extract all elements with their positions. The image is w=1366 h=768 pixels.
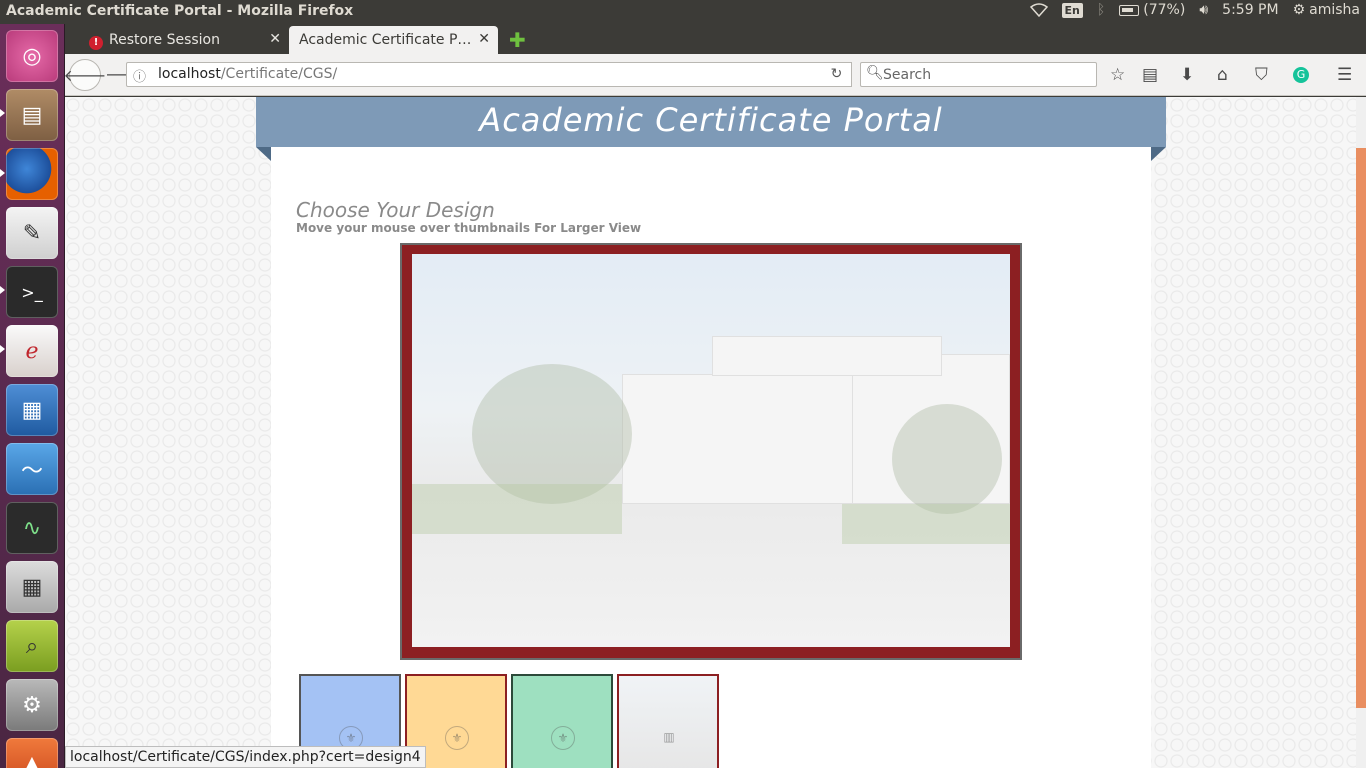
search-bar[interactable]: 🔍︎ xyxy=(860,62,1097,87)
top-panel: Academic Certificate Portal - Mozilla Fi… xyxy=(0,0,1366,24)
reload-icon[interactable]: ↻ xyxy=(822,62,852,87)
system-monitor-icon[interactable]: 〜 xyxy=(6,443,58,495)
search-tool-icon[interactable]: ⌕ xyxy=(6,620,58,672)
tab-academic-certificate[interactable]: Academic Certificate P… ✕ xyxy=(289,26,498,54)
firefox-icon[interactable] xyxy=(6,148,58,200)
grammarly-icon[interactable]: G xyxy=(1293,67,1309,83)
ribbon-fold-right xyxy=(1151,147,1166,161)
running-indicator xyxy=(0,286,5,294)
url-text[interactable]: localhost/Certificate/CGS/ xyxy=(158,66,337,82)
site-header: Academic Certificate Portal xyxy=(256,97,1166,147)
wifi-icon[interactable] xyxy=(1029,3,1048,17)
running-indicator xyxy=(0,109,5,117)
new-tab-icon[interactable]: ✚ xyxy=(509,28,526,52)
indicator-area: En ᛒ (77%) 🔊︎ 5:59 PM ⚙ amisha xyxy=(1029,2,1360,18)
home-icon[interactable]: ⌂ xyxy=(1217,65,1228,85)
search-input[interactable] xyxy=(883,65,1083,84)
tab-label: Restore Session xyxy=(109,32,220,48)
certificate-preview xyxy=(400,243,1022,660)
close-icon[interactable]: ✕ xyxy=(269,31,281,47)
arrow-left-icon: 🡐 xyxy=(63,66,107,85)
preview-image xyxy=(412,254,1010,647)
unity-launcher: ◎ ▤ ✎ >_ ℯ ▦ 〜 ∿ ▦ ⌕ ⚙ ▲ xyxy=(0,24,65,768)
info-icon[interactable]: ⓘ xyxy=(133,66,146,85)
tab-label: Academic Certificate P… xyxy=(299,32,472,48)
running-indicator xyxy=(0,345,5,353)
tab-restore-session[interactable]: ! Restore Session ✕ xyxy=(79,26,289,54)
tree xyxy=(892,404,1002,514)
battery-icon xyxy=(1119,4,1140,16)
campus-thumbnail-icon: ▥ xyxy=(663,730,675,744)
page-content: Academic Certificate Portal Choose Your … xyxy=(65,97,1366,768)
navigation-toolbar: 🡐 🡒 ⓘ localhost/Certificate/CGS/ ↻ 🔍︎ ☆ … xyxy=(64,54,1366,96)
clock[interactable]: 5:59 PM xyxy=(1222,2,1278,18)
bluetooth-icon[interactable]: ᛒ xyxy=(1097,2,1105,18)
terminal-icon[interactable]: >_ xyxy=(6,266,58,318)
site-title: Academic Certificate Portal xyxy=(479,101,943,139)
seal-icon: ⚜ xyxy=(551,726,575,750)
session-menu[interactable]: ⚙ amisha xyxy=(1293,2,1360,18)
building xyxy=(622,374,862,504)
pocket-icon[interactable]: ⛉ xyxy=(1255,65,1268,85)
thumbnail-design3[interactable]: ⚜ xyxy=(511,674,613,768)
search-icon: 🔍︎ xyxy=(866,65,884,81)
thumbnail-design4[interactable]: ▥ xyxy=(617,674,719,768)
volume-icon[interactable]: 🔊︎ xyxy=(1199,2,1208,18)
software-center-icon[interactable]: ▲ xyxy=(6,738,58,768)
window-title: Academic Certificate Portal - Mozilla Fi… xyxy=(6,3,354,19)
battery-indicator[interactable]: (77%) xyxy=(1119,2,1185,18)
user-name: amisha xyxy=(1309,2,1360,18)
activity-monitor-icon[interactable]: ∿ xyxy=(6,502,58,554)
writer-icon[interactable]: ▦ xyxy=(6,384,58,436)
hamburger-menu-icon[interactable]: ☰ xyxy=(1337,65,1352,85)
files-icon[interactable]: ▤ xyxy=(6,89,58,141)
keyboard-language-indicator[interactable]: En xyxy=(1061,2,1083,18)
running-indicator xyxy=(0,169,5,177)
url-path: /Certificate/CGS/ xyxy=(220,66,338,82)
bookmark-star-icon[interactable]: ☆ xyxy=(1110,65,1125,85)
seal-icon: ⚜ xyxy=(445,726,469,750)
content-panel: Choose Your Design Move your mouse over … xyxy=(271,147,1151,768)
close-icon[interactable]: ✕ xyxy=(478,31,490,47)
lawn xyxy=(842,504,1010,544)
palm-tree xyxy=(472,364,632,504)
calculator-icon[interactable]: ▦ xyxy=(6,561,58,613)
download-icon[interactable]: ⬇ xyxy=(1180,65,1194,85)
status-link-url: localhost/Certificate/CGS/index.php?cert… xyxy=(65,746,426,768)
settings-icon[interactable]: ⚙ xyxy=(6,679,58,731)
scrollbar-thumb[interactable] xyxy=(1356,148,1366,708)
battery-percent: (77%) xyxy=(1143,2,1186,18)
page-subheading: Move your mouse over thumbnails For Larg… xyxy=(296,221,642,235)
back-button[interactable]: 🡐 xyxy=(64,59,106,91)
page-heading: Choose Your Design xyxy=(296,198,495,222)
lawn xyxy=(412,484,622,534)
ubuntu-dash-icon[interactable]: ◎ xyxy=(6,30,58,82)
error-icon: ! xyxy=(89,36,103,50)
campus-photo xyxy=(412,254,1010,647)
text-editor-icon[interactable]: ✎ xyxy=(6,207,58,259)
tab-strip: ! Restore Session ✕ Academic Certificate … xyxy=(65,24,1366,54)
ribbon-fold-left xyxy=(256,147,271,161)
building-roof xyxy=(712,336,942,376)
url-bar[interactable]: ⓘ localhost/Certificate/CGS/ xyxy=(126,62,852,87)
reading-list-icon[interactable]: ▤ xyxy=(1142,65,1158,85)
document-viewer-icon[interactable]: ℯ xyxy=(6,325,58,377)
url-host: localhost xyxy=(158,66,221,82)
gear-icon: ⚙ xyxy=(1292,2,1306,18)
